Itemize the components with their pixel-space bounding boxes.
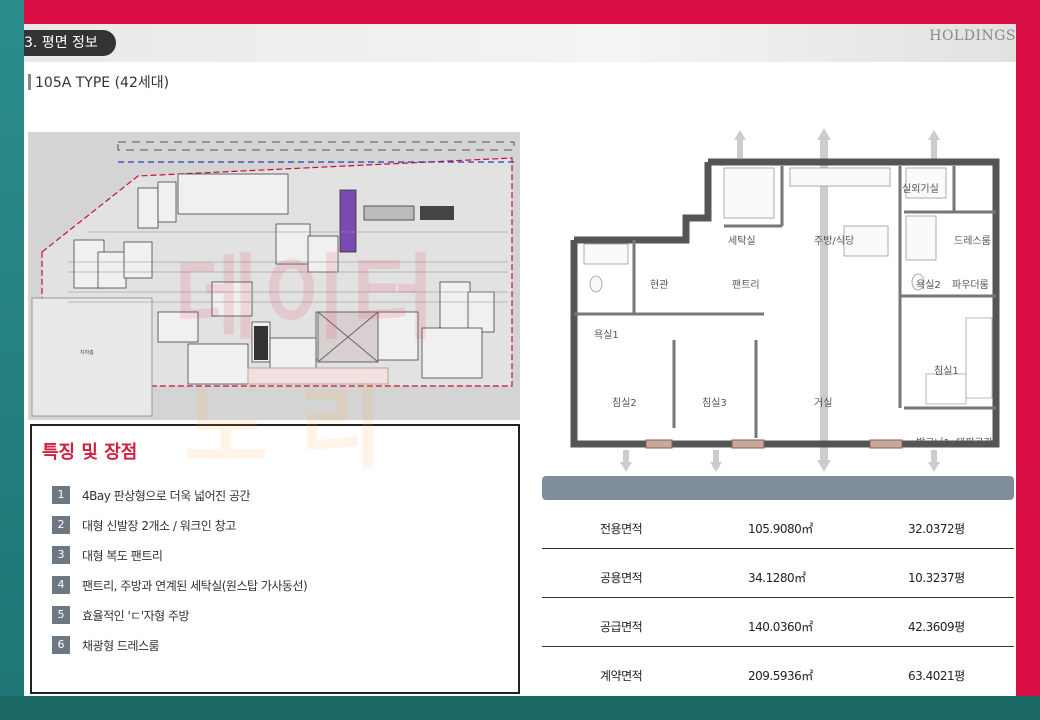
table-row: 공용면적 34.1280㎡ 10.3237평 bbox=[542, 549, 1014, 598]
feature-item: 3 대형 복도 팬트리 bbox=[52, 540, 307, 570]
area-pyeong: 10.3237평 bbox=[908, 571, 965, 585]
frame-right bbox=[1016, 0, 1040, 720]
section-label: 3. 평면 정보 bbox=[24, 30, 116, 56]
area-sqm: 34.1280㎡ bbox=[748, 571, 806, 585]
unit-type-title: 105A TYPE (42세대) bbox=[28, 72, 169, 92]
area-pyeong: 32.0372평 bbox=[908, 522, 965, 536]
frame-bottom bbox=[0, 696, 1040, 720]
area-sqm: 140.0360㎡ bbox=[748, 620, 813, 634]
room-entrance: 현관 bbox=[650, 279, 668, 291]
room-laundry: 세탁실 bbox=[728, 235, 756, 247]
room-kitchen: 주방/식당 bbox=[814, 235, 854, 247]
room-bed1: 침실1 bbox=[934, 365, 959, 377]
room-outdoor: 실외기실 bbox=[902, 183, 939, 195]
feature-number: 1 bbox=[52, 486, 70, 504]
feature-number: 5 bbox=[52, 606, 70, 624]
feature-text: 대형 신발장 2개소 / 워크인 창고 bbox=[82, 518, 236, 533]
frame-top bbox=[0, 0, 1040, 24]
site-plan-drawing: 지하층 bbox=[28, 132, 520, 420]
area-pyeong: 42.3609평 bbox=[908, 620, 965, 634]
feature-text: 효율적인 'ㄷ'자형 주방 bbox=[82, 608, 190, 623]
table-row: 계약면적 209.5936㎡ 63.4021평 bbox=[542, 647, 1014, 695]
feature-number: 6 bbox=[52, 636, 70, 654]
room-bed2: 침실2 bbox=[612, 397, 637, 409]
brand-logo: HOLDINGS bbox=[929, 28, 1016, 44]
site-plan: 지하층 bbox=[28, 132, 520, 420]
room-pantry: 팬트리 bbox=[732, 279, 760, 291]
area-table-header bbox=[542, 476, 1014, 500]
area-label: 계약면적 bbox=[600, 669, 643, 683]
header-band bbox=[24, 24, 1016, 62]
area-table: 전용면적 105.9080㎡ 32.0372평 공용면적 34.1280㎡ 10… bbox=[542, 476, 1014, 695]
room-bed3: 침실3 bbox=[702, 397, 727, 409]
feature-item: 6 채광형 드레스룸 bbox=[52, 630, 307, 660]
room-bath1: 욕실1 bbox=[594, 329, 619, 341]
feature-number: 4 bbox=[52, 576, 70, 594]
room-powder: 파우더룸 bbox=[952, 279, 989, 291]
title-bar bbox=[28, 74, 31, 90]
table-row: 전용면적 105.9080㎡ 32.0372평 bbox=[542, 500, 1014, 549]
table-row: 공급면적 140.0360㎡ 42.3609평 bbox=[542, 598, 1014, 647]
room-living: 거실 bbox=[814, 397, 832, 409]
area-label: 공용면적 bbox=[600, 571, 643, 585]
features-list: 1 4Bay 판상형으로 더욱 넓어진 공간 2 대형 신발장 2개소 / 워크인 … bbox=[52, 480, 308, 660]
feature-number: 2 bbox=[52, 516, 70, 534]
feature-text: 4Bay 판상형으로 더욱 넓어진 공간 bbox=[82, 488, 251, 503]
room-balcony: 발코니1 bbox=[916, 437, 950, 449]
area-label: 공급면적 bbox=[600, 620, 643, 634]
room-shelter: 대피공간 bbox=[956, 437, 993, 449]
floor-plan: 실외기실 세탁실 주방/식당 드레스룸 현관 팬트리 욕실2 파우더룸 욕실1 … bbox=[544, 128, 1016, 476]
feature-item: 5 효율적인 'ㄷ'자형 주방 bbox=[52, 600, 307, 630]
area-sqm: 209.5936㎡ bbox=[748, 669, 813, 683]
feature-item: 2 대형 신발장 2개소 / 워크인 창고 bbox=[52, 510, 307, 540]
area-label: 전용면적 bbox=[600, 522, 643, 536]
feature-number: 3 bbox=[52, 546, 70, 564]
site-building-label: 지하층 bbox=[80, 349, 94, 356]
area-pyeong: 63.4021평 bbox=[908, 669, 965, 683]
features-panel: 특징 및 장점 1 4Bay 판상형으로 더욱 넓어진 공간 2 대형 신발장 2개… bbox=[30, 424, 520, 694]
feature-item: 4 팬트리, 주방과 연계된 세탁실(원스탑 가사동선) bbox=[52, 570, 308, 600]
feature-text: 대형 복도 팬트리 bbox=[82, 548, 163, 563]
unit-type-label: 105A TYPE (42세대) bbox=[35, 75, 170, 91]
feature-text: 채광형 드레스룸 bbox=[82, 638, 160, 653]
feature-item: 1 4Bay 판상형으로 더욱 넓어진 공간 bbox=[52, 480, 307, 510]
room-dress: 드레스룸 bbox=[954, 235, 991, 247]
feature-text: 팬트리, 주방과 연계된 세탁실(원스탑 가사동선) bbox=[82, 578, 308, 593]
floor-plan-drawing: 실외기실 세탁실 주방/식당 드레스룸 현관 팬트리 욕실2 파우더룸 욕실1 … bbox=[570, 128, 1000, 472]
area-sqm: 105.9080㎡ bbox=[748, 522, 813, 536]
page: 3. 평면 정보 HOLDINGS 105A TYPE (42세대) 지하층 실… bbox=[24, 24, 1016, 696]
frame-left bbox=[0, 0, 24, 720]
room-bath2: 욕실2 bbox=[916, 279, 941, 291]
features-title: 특징 및 장점 bbox=[42, 442, 138, 463]
